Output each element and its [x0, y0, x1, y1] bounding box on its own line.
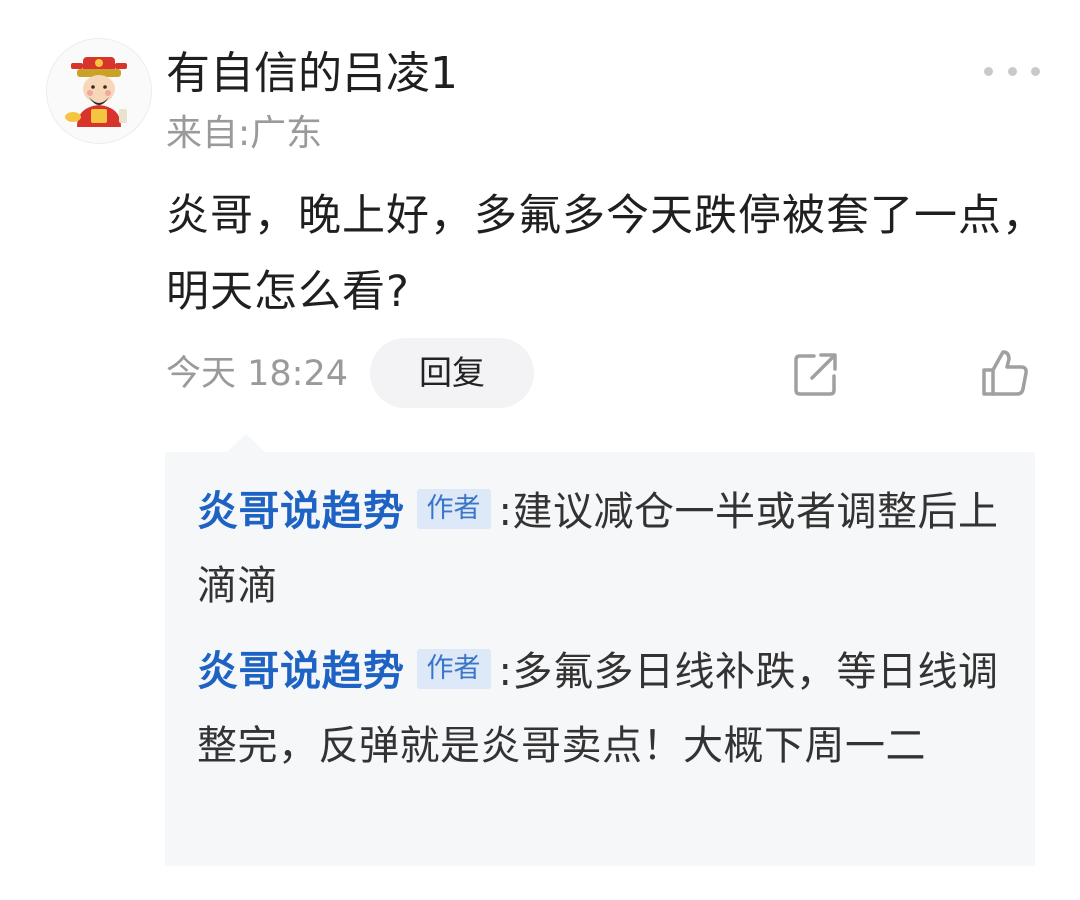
reply-item[interactable]: 炎哥说趋势 作者:建议减仓一半或者调整后上滴滴: [197, 474, 1017, 623]
more-dots-icon: [984, 66, 993, 76]
reply-button[interactable]: 回复: [370, 338, 534, 408]
avatar[interactable]: [46, 38, 152, 144]
reply-author[interactable]: 炎哥说趋势: [197, 647, 405, 695]
reply-author[interactable]: 炎哥说趋势: [197, 487, 405, 535]
timestamp: 今天 18:24: [166, 354, 348, 394]
god-of-wealth-avatar-icon: [65, 57, 127, 127]
reply-item[interactable]: 炎哥说趋势 作者:多氟多日线补跌，等日线调整完，反弹就是炎哥卖点！大概下周一二: [197, 634, 1017, 783]
more-options-button[interactable]: [984, 54, 1040, 88]
reply-box-pointer: [226, 434, 266, 453]
comment-text: 炎哥，晚上好，多氟多今天跌停被套了一点，明天怎么看?: [166, 191, 1046, 317]
thumbs-up-icon[interactable]: [978, 346, 1032, 400]
username[interactable]: 有自信的吕凌1: [166, 44, 458, 104]
share-icon[interactable]: [790, 348, 842, 400]
author-badge: 作者: [416, 649, 491, 689]
location-label: 来自:广东: [166, 113, 323, 154]
author-badge: 作者: [416, 489, 491, 529]
comment-card: 有自信的吕凌1 来自:广东 炎哥，晚上好，多氟多今天跌停被套了一点，明天怎么看?…: [0, 0, 1080, 900]
more-dots-icon: [1031, 66, 1040, 76]
more-dots-icon: [1007, 66, 1017, 76]
